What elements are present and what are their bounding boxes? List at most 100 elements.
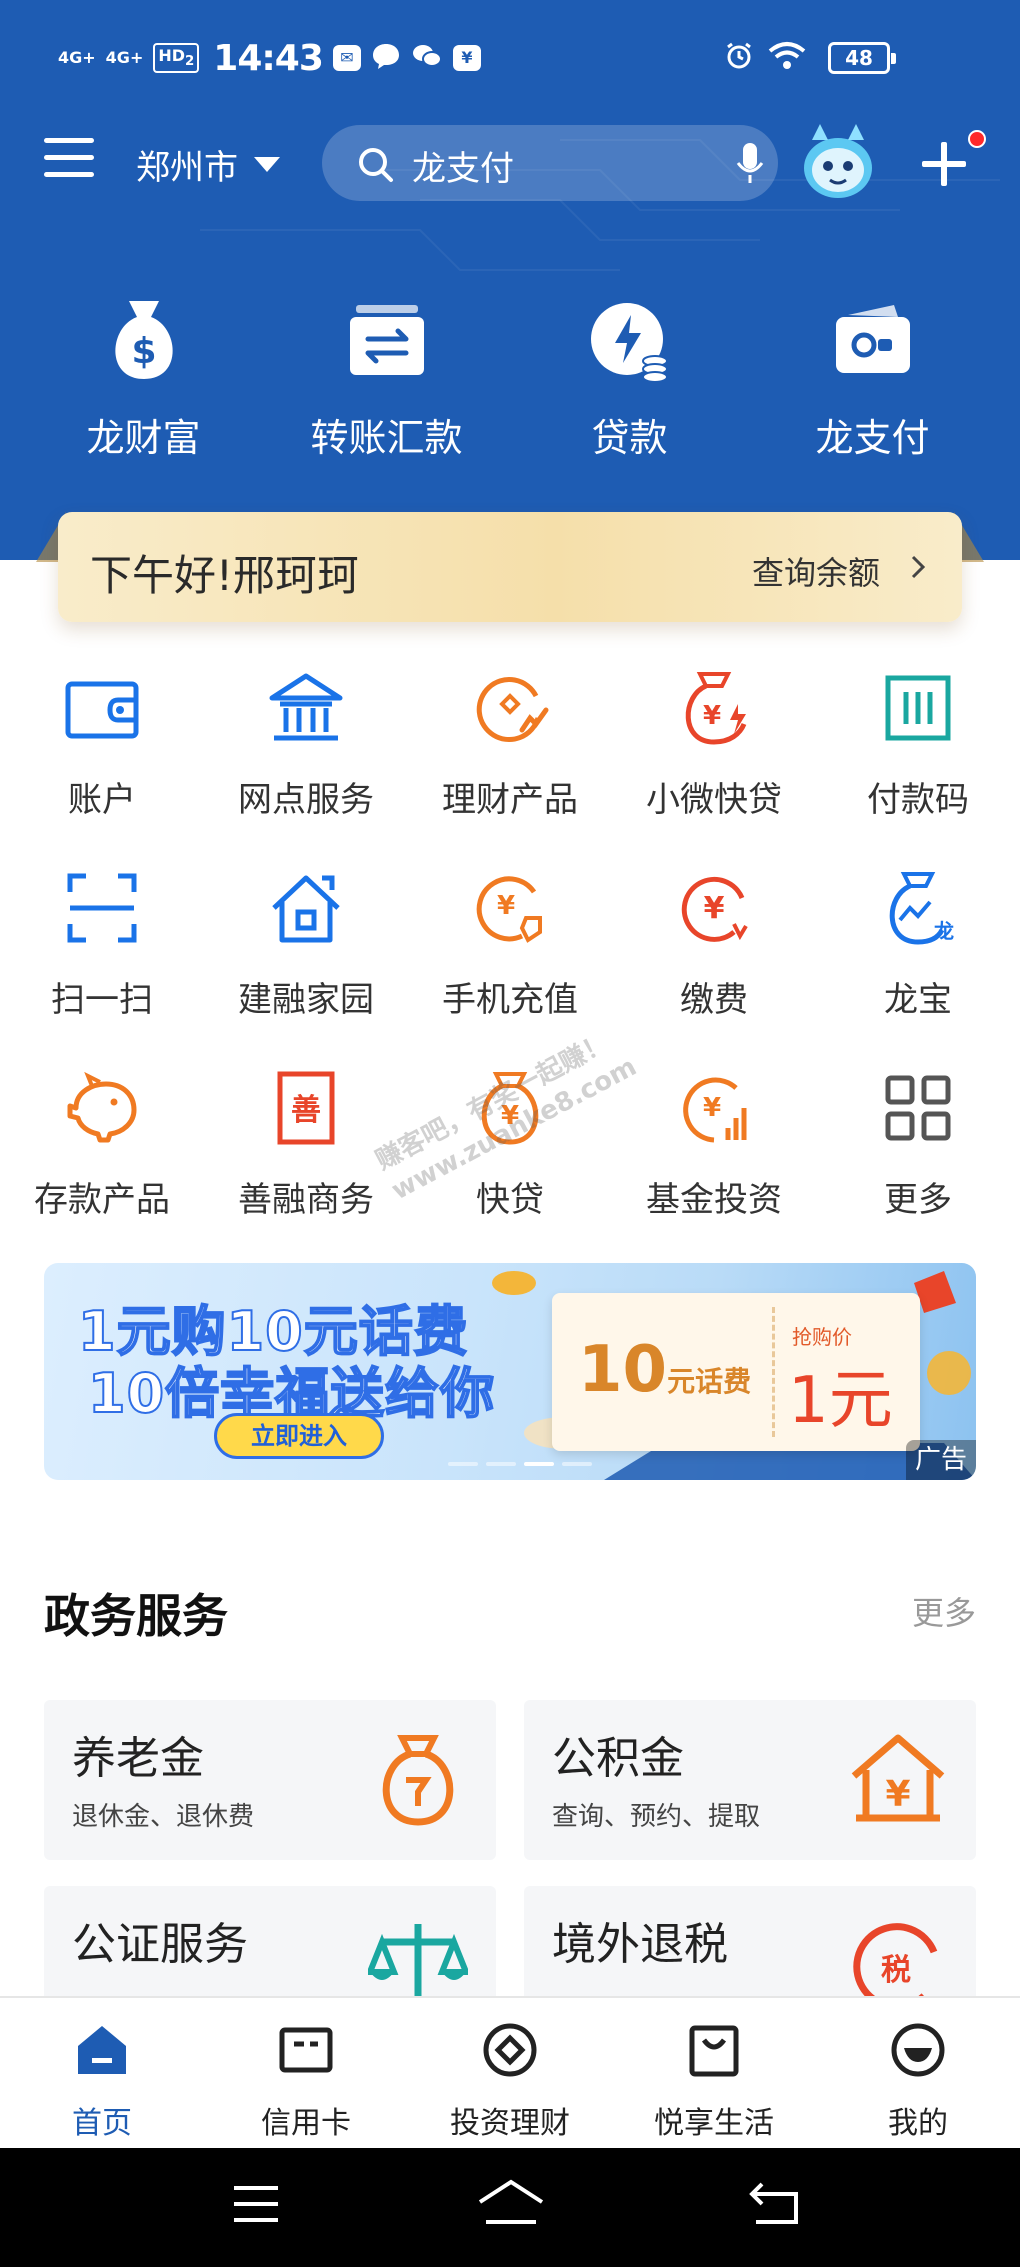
phone-recharge-icon: ¥ bbox=[476, 876, 542, 943]
menu-icon[interactable] bbox=[44, 138, 94, 188]
grid-label: 付款码 bbox=[867, 780, 969, 820]
section-more-link[interactable]: 更多 bbox=[912, 1588, 976, 1634]
svg-text:¥: ¥ bbox=[497, 891, 515, 921]
tab-invest[interactable]: 投资理财 bbox=[408, 1998, 612, 2148]
service-title: 境外退税 bbox=[552, 1919, 728, 1970]
bill-payment-icon: ¥ bbox=[681, 876, 748, 942]
grid-item-deposit[interactable]: 存款产品 bbox=[0, 1060, 204, 1260]
chevron-right-icon bbox=[911, 555, 926, 579]
city-selector[interactable]: 郑州市 bbox=[136, 140, 280, 189]
city-label: 郑州市 bbox=[136, 148, 238, 188]
tab-home[interactable]: 首页 bbox=[0, 1998, 204, 2148]
more-grid-icon bbox=[885, 1075, 951, 1141]
grid-label: 更多 bbox=[884, 1180, 952, 1220]
price-value: 1元 bbox=[788, 1364, 893, 1438]
grid-label: 建融家园 bbox=[238, 980, 374, 1020]
grid-item-scan[interactable]: 扫一扫 bbox=[0, 860, 204, 1060]
home-button-icon[interactable] bbox=[476, 2178, 546, 2230]
check-balance-link[interactable]: 查询余额 bbox=[752, 548, 880, 594]
message-app-icon: ✉ bbox=[332, 45, 361, 71]
wifi-icon bbox=[768, 41, 806, 75]
grid-item-recharge[interactable]: ¥ 手机充值 bbox=[408, 860, 612, 1060]
grid-item-home[interactable]: 建融家园 bbox=[204, 860, 408, 1060]
pension-bag-icon bbox=[382, 1735, 454, 1826]
network-type-1: 4G+ bbox=[58, 48, 96, 67]
carousel-dots bbox=[448, 1462, 592, 1466]
hero-item-longcaifu[interactable]: $ 龙财富 bbox=[22, 295, 265, 462]
grid-item-longbao[interactable]: 龙 龙宝 bbox=[816, 860, 1020, 1060]
grid-item-account[interactable]: 账户 bbox=[0, 660, 204, 860]
wallet-icon bbox=[835, 305, 910, 373]
search-bar[interactable]: 龙支付 bbox=[322, 125, 778, 201]
greeting-text: 下午好!邢珂珂 bbox=[90, 551, 359, 600]
microphone-icon[interactable] bbox=[736, 141, 764, 185]
quick-loan-icon: ¥ bbox=[685, 672, 747, 745]
fund-icon: ¥ bbox=[683, 1077, 747, 1143]
hero-item-longpay[interactable]: 龙支付 bbox=[751, 295, 994, 462]
wechat-icon bbox=[411, 42, 443, 74]
grid-label: 缴费 bbox=[680, 980, 748, 1020]
grid-label: 理财产品 bbox=[442, 780, 578, 820]
hero-label: 龙支付 bbox=[815, 416, 930, 460]
signal-1: 4G+ bbox=[58, 50, 96, 66]
loan-icon bbox=[590, 303, 668, 383]
header-hero: 4G+ 4G+ HD2 14:43 ✉ ¥ 48 郑州市 龙支付 $ 龙财富 转… bbox=[0, 0, 1020, 560]
hero-item-loan[interactable]: 贷款 bbox=[508, 295, 751, 462]
piggy-bank-icon bbox=[67, 1071, 137, 1143]
avatar[interactable] bbox=[794, 118, 882, 206]
service-title: 养老金 bbox=[72, 1733, 204, 1784]
back-icon[interactable] bbox=[748, 2178, 804, 2230]
shopping-bag-icon bbox=[689, 2025, 739, 2077]
grid-label: 善融商务 bbox=[238, 1180, 374, 1220]
bank-branch-icon bbox=[269, 673, 343, 741]
system-nav-bar bbox=[0, 2148, 1020, 2267]
svg-text:善: 善 bbox=[291, 1093, 321, 1128]
grid-label: 扫一扫 bbox=[51, 980, 153, 1020]
grid-item-wealth[interactable]: 理财产品 bbox=[408, 660, 612, 860]
hero-label: 转账汇款 bbox=[310, 416, 463, 460]
service-card-housing-fund[interactable]: 公积金 查询、预约、提取 ¥ bbox=[524, 1700, 976, 1860]
recent-apps-icon[interactable] bbox=[230, 2178, 282, 2230]
pay-code-icon bbox=[885, 675, 951, 741]
grid-item-microloan[interactable]: ¥ 小微快贷 bbox=[612, 660, 816, 860]
svg-text:¥: ¥ bbox=[703, 1093, 721, 1123]
greeting-card[interactable]: 下午好!邢珂珂 查询余额 bbox=[58, 512, 962, 622]
hero-menu: $ 龙财富 转账汇款 贷款 龙支付 bbox=[0, 295, 1020, 462]
battery-indicator: 48 bbox=[828, 42, 896, 74]
svg-text:税: 税 bbox=[881, 1953, 911, 1988]
ad-tag: 广告 bbox=[906, 1440, 976, 1480]
status-bar: 4G+ 4G+ HD2 14:43 ✉ ¥ 48 bbox=[0, 0, 1020, 112]
grid-label: 网点服务 bbox=[238, 780, 374, 820]
svg-text:$: $ bbox=[131, 331, 156, 372]
svg-text:¥: ¥ bbox=[885, 1774, 910, 1815]
service-subtitle: 退休金、退休费 bbox=[72, 1802, 255, 1832]
grid-label: 存款产品 bbox=[34, 1180, 170, 1220]
notification-dot bbox=[968, 130, 986, 148]
dropdown-caret-icon bbox=[254, 157, 280, 172]
hd-badge: HD2 bbox=[153, 43, 200, 73]
coupon-divider bbox=[772, 1307, 775, 1437]
housing-fund-icon: ¥ bbox=[851, 1734, 945, 1822]
home-tab-icon bbox=[78, 2026, 126, 2074]
service-subtitle: 查询、预约、提取 bbox=[552, 1802, 761, 1832]
grid-item-more[interactable]: 更多 bbox=[816, 1060, 1020, 1260]
chat-bubble-icon bbox=[371, 42, 401, 74]
grid-item-fund[interactable]: ¥ 基金投资 bbox=[612, 1060, 816, 1260]
add-icon[interactable] bbox=[922, 142, 966, 186]
network-type-2: 4G+ bbox=[105, 48, 144, 67]
grid-item-paycode[interactable]: 付款码 bbox=[816, 660, 1020, 860]
svg-text:龙: 龙 bbox=[934, 919, 954, 943]
grid-label: 手机充值 bbox=[442, 980, 578, 1020]
service-card-pension[interactable]: 养老金 退休金、退休费 bbox=[44, 1700, 496, 1860]
tab-credit-card[interactable]: 信用卡 bbox=[204, 1998, 408, 2148]
tab-life[interactable]: 悦享生活 bbox=[612, 1998, 816, 2148]
tab-label: 首页 bbox=[72, 2106, 132, 2141]
alarm-icon bbox=[724, 41, 754, 75]
grid-item-branch[interactable]: 网点服务 bbox=[204, 660, 408, 860]
section-title: 政务服务 bbox=[44, 1589, 228, 1643]
promo-banner[interactable]: 1元购10元话费 10倍幸福送给你 立即进入 10元话费 抢购价 1元 广告 bbox=[44, 1263, 976, 1480]
banner-enter-button[interactable]: 立即进入 bbox=[214, 1413, 384, 1459]
grid-item-bills[interactable]: ¥ 缴费 bbox=[612, 860, 816, 1060]
hero-item-transfer[interactable]: 转账汇款 bbox=[265, 295, 508, 462]
tab-me[interactable]: 我的 bbox=[816, 1998, 1020, 2148]
